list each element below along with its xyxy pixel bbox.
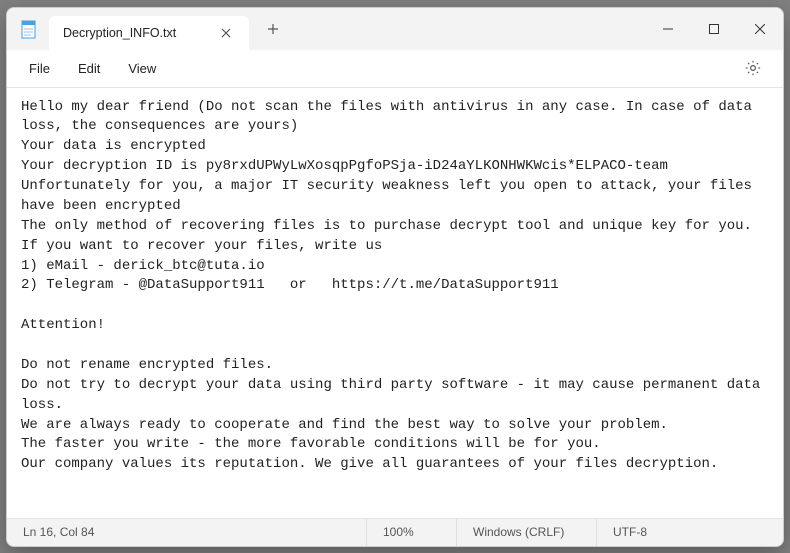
minimize-button[interactable] [645,8,691,50]
status-eol: Windows (CRLF) [457,519,597,546]
titlebar: Decryption_INFO.txt [7,8,783,50]
settings-button[interactable] [737,52,769,84]
close-window-button[interactable] [737,8,783,50]
status-cursor: Ln 16, Col 84 [7,519,367,546]
notepad-window: Decryption_INFO.txt File Edit View [6,7,784,547]
close-tab-icon[interactable] [216,23,236,43]
new-tab-button[interactable] [255,11,291,47]
notepad-icon [19,19,37,39]
tab-active[interactable]: Decryption_INFO.txt [49,16,249,50]
text-area[interactable]: Hello my dear friend (Do not scan the fi… [7,88,783,518]
window-controls [645,8,783,50]
menu-edit[interactable]: Edit [64,55,114,82]
maximize-button[interactable] [691,8,737,50]
menu-file[interactable]: File [15,55,64,82]
tab-title: Decryption_INFO.txt [63,26,176,40]
statusbar: Ln 16, Col 84 100% Windows (CRLF) UTF-8 [7,518,783,546]
status-encoding: UTF-8 [597,519,783,546]
menubar: File Edit View [7,50,783,88]
menu-view[interactable]: View [114,55,170,82]
status-zoom[interactable]: 100% [367,519,457,546]
